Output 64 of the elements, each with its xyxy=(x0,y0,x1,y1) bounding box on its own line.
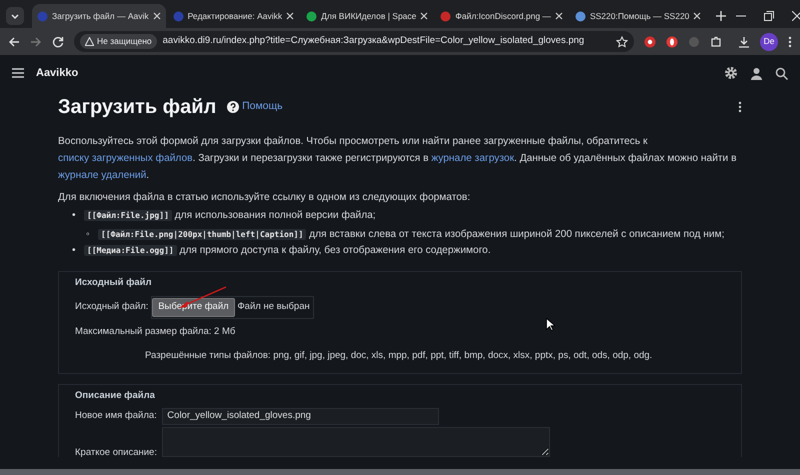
filename-field[interactable]: Color_yellow_isolated_gloves.png xyxy=(162,408,440,425)
site-icon xyxy=(574,10,586,22)
help-icon xyxy=(227,101,240,113)
reload-icon[interactable] xyxy=(52,36,64,48)
extension-icon[interactable] xyxy=(666,36,678,48)
download-icon[interactable] xyxy=(738,36,750,48)
list-bullet: ◦ xyxy=(86,228,91,242)
format-item: [[Файл:File.jpg]] для использования полной версии файла; xyxy=(84,210,376,222)
site-icon xyxy=(172,10,184,22)
site-icon xyxy=(306,10,318,22)
security-chip[interactable]: Не защищено xyxy=(80,34,157,49)
close-icon[interactable] xyxy=(420,12,428,20)
text-link[interactable]: журнале загрузок xyxy=(431,153,514,164)
list-bullet: • xyxy=(72,244,77,258)
mouse-cursor-icon xyxy=(546,318,555,331)
close-icon[interactable] xyxy=(792,11,800,21)
browser-tab[interactable]: Редактирование: Aavikk xyxy=(168,4,300,28)
forward-icon xyxy=(30,36,42,48)
horizontal-scrollbar[interactable] xyxy=(0,469,800,475)
format-item: [[Медиа:File.ogg]] для прямого доступа к файлу, без отображения его содержимого. xyxy=(84,245,491,256)
settings-icon[interactable] xyxy=(724,66,738,80)
site-name[interactable]: Aavikko xyxy=(36,64,712,82)
close-icon[interactable] xyxy=(152,12,161,20)
address-bar[interactable]: Не защищено aavikko.di9.ru/index.php?title=Служебная:Загрузка&wpDestFile=Color_yellow_isolated_gloves.png xyxy=(74,31,634,52)
close-icon[interactable] xyxy=(286,12,294,20)
browser-tab[interactable]: Файл:IconDiscord.png — xyxy=(435,4,568,28)
fieldset-legend: Описание файла xyxy=(75,389,725,404)
warning-icon xyxy=(85,37,94,46)
field-label: Краткое описание: xyxy=(75,446,157,460)
restore-icon[interactable] xyxy=(764,11,774,21)
close-icon[interactable] xyxy=(554,12,563,20)
extension-icon[interactable] xyxy=(644,36,656,48)
text-link[interactable]: списку загруженных файлов xyxy=(58,153,193,164)
fieldset-legend: Исходный файл xyxy=(75,276,725,291)
allowed-types-text: Разрешённые типы файлов: png, gif, jpg, jpeg, doc, xls, mpp, pdf, ppt, tiff, bmp, docx, xlsx, pptx, ps, odt, ods, odp, odg. xyxy=(145,348,654,363)
list-bullet: • xyxy=(72,209,77,224)
tab-list-icon[interactable] xyxy=(6,7,24,25)
help-link[interactable]: Помощь xyxy=(227,99,283,115)
bookmark-star-icon[interactable] xyxy=(616,36,628,48)
new-tab-icon[interactable] xyxy=(716,11,726,21)
user-icon[interactable] xyxy=(750,66,763,80)
site-icon xyxy=(37,10,48,22)
site-icon xyxy=(440,10,452,22)
format-item: [[Файл:File.png|200px|thumb|left|Caption]] для вставки слева от текста изображения шириной 200 пикселей с описанием под ним; xyxy=(98,229,724,240)
summary-field[interactable] xyxy=(162,426,550,457)
field-label: Новое имя файла: xyxy=(75,409,157,424)
browser-tab[interactable]: SS220:Помощь — SS220 xyxy=(570,4,706,28)
back-icon[interactable] xyxy=(8,36,20,48)
close-icon[interactable] xyxy=(693,12,702,20)
more-icon[interactable] xyxy=(788,36,792,48)
more-icon[interactable] xyxy=(738,101,742,113)
browser-tab[interactable]: Для ВИКИделов | Space xyxy=(301,4,434,28)
security-label: Не защищено xyxy=(97,36,152,46)
browser-tab[interactable]: Загрузить файл — Aavik xyxy=(32,4,166,28)
max-size-text: Максимальный размер файла: 2 Мб xyxy=(75,324,236,339)
url-text: aavikko.di9.ru/index.php?title=Служебная:Загрузка&wpDestFile=Color_yellow_isolated_gloves.png xyxy=(162,34,586,48)
field-label: Исходный файл: xyxy=(75,300,148,314)
page-title: Загрузить файл xyxy=(58,95,216,119)
profile-avatar[interactable]: De xyxy=(760,32,778,50)
search-icon[interactable] xyxy=(775,66,788,80)
intro-paragraph: Воспользуйтесь этой формой для загрузки файлов. Чтобы просмотреть или найти ранее загруженные файлы, обратитесь к списку загруженных файлов. Загрузки и перезагрузки также регистрируются в журнале загрузок. Данные об удалённых файлах можно найти в журнале удалений. xyxy=(58,135,738,183)
formats-intro: Для включения файла в статью используйте ссылку в одном из следующих форматов: xyxy=(58,191,472,205)
text-link[interactable]: журнале удалений xyxy=(58,170,146,181)
menu-icon[interactable] xyxy=(12,68,24,78)
